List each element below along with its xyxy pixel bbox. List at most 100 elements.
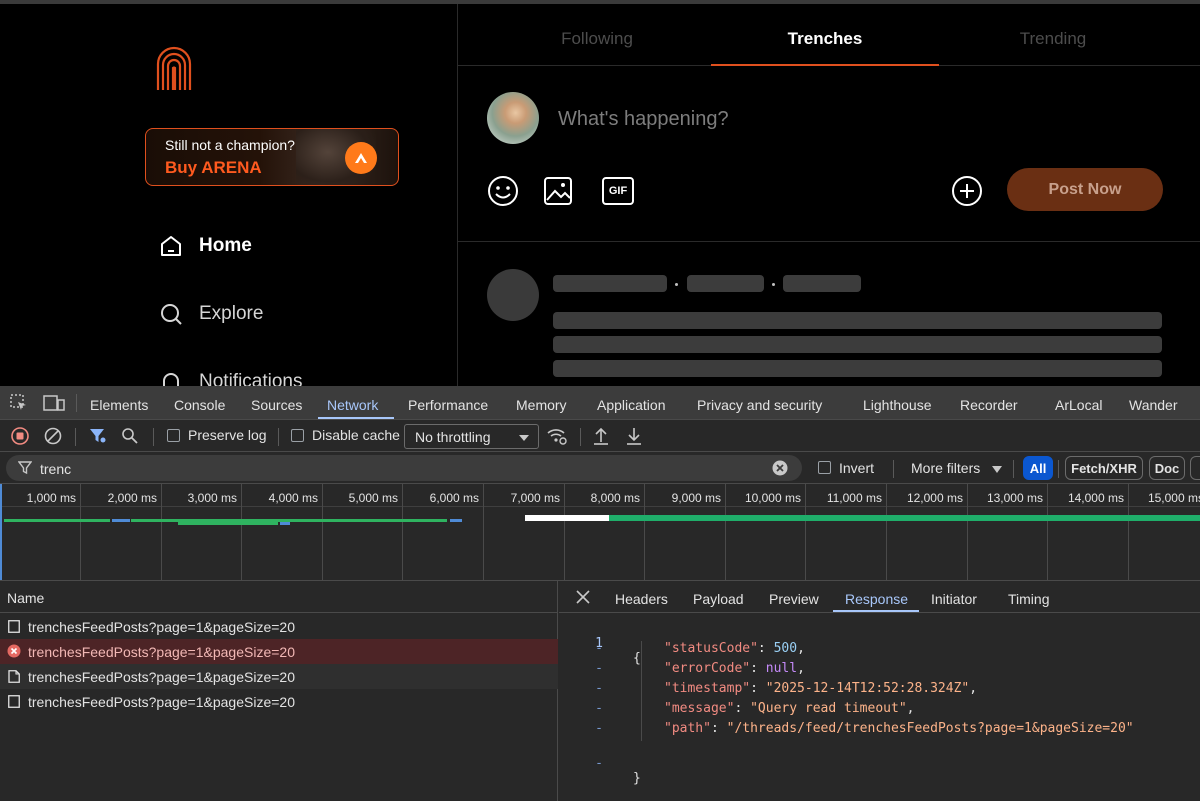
tab-sources[interactable]: Sources xyxy=(251,386,302,420)
active-tab-indicator xyxy=(318,417,394,419)
timeline-request-bar xyxy=(450,519,462,522)
clear-filter-icon[interactable] xyxy=(772,460,788,476)
checkbox-icon xyxy=(8,620,20,633)
tab-elements[interactable]: Elements xyxy=(90,386,148,420)
json-value: null xyxy=(765,661,798,676)
timeline-gridline xyxy=(886,484,887,580)
tab-recorder[interactable]: Recorder xyxy=(960,386,1018,420)
invert-checkbox[interactable] xyxy=(818,461,831,474)
json-comma: , xyxy=(969,681,978,696)
more-filters-dropdown[interactable]: More filters xyxy=(911,460,980,476)
add-icon[interactable] xyxy=(950,174,984,208)
tab-initiator[interactable]: Initiator xyxy=(931,581,977,613)
tab-privacy-security[interactable]: Privacy and security xyxy=(697,386,822,420)
filter-pill-more[interactable] xyxy=(1190,456,1200,480)
inspect-element-icon[interactable] xyxy=(10,394,28,412)
tab-arlocal[interactable]: ArLocal xyxy=(1055,386,1102,420)
close-icon[interactable] xyxy=(576,590,590,604)
fold-marker: - xyxy=(595,756,603,771)
timeline-request-bar xyxy=(178,522,278,525)
fold-marker: - xyxy=(595,721,603,736)
tab-network[interactable]: Network xyxy=(327,386,378,420)
tab-timing[interactable]: Timing xyxy=(1008,581,1050,613)
tab-lighthouse[interactable]: Lighthouse xyxy=(863,386,932,420)
emoji-icon[interactable] xyxy=(486,174,520,208)
tab-payload[interactable]: Payload xyxy=(693,581,744,613)
preserve-log-checkbox[interactable] xyxy=(167,429,180,442)
json-entry: "errorCode": null, xyxy=(664,661,805,676)
stop-recording-icon[interactable] xyxy=(11,427,29,445)
request-name: trenchesFeedPosts?page=1&pageSize=20 xyxy=(28,644,295,660)
timeline-tick-label: 4,000 ms xyxy=(268,491,318,505)
tab-trending[interactable]: Trending xyxy=(939,4,1167,66)
column-header-name[interactable]: Name xyxy=(0,581,558,613)
composer-input[interactable]: What's happening? xyxy=(558,108,729,131)
filter-input[interactable]: trenc xyxy=(6,455,802,481)
timeline-gridline xyxy=(564,484,565,580)
network-timeline-overview[interactable]: 1,000 ms 2,000 ms 3,000 ms 4,000 ms 5,000 ms… xyxy=(0,484,1200,581)
tab-preview[interactable]: Preview xyxy=(769,581,819,613)
tab-headers[interactable]: Headers xyxy=(615,581,668,613)
disable-cache-label: Disable cache xyxy=(312,427,400,443)
timeline-tick-label: 12,000 ms xyxy=(906,491,963,505)
throttling-select[interactable]: No throttling xyxy=(404,424,539,449)
filter-pill-all[interactable]: All xyxy=(1023,456,1053,480)
nav-item-notifications[interactable]: Notifications xyxy=(158,369,303,386)
promo-subtitle: Still not a champion? xyxy=(165,137,295,153)
image-icon[interactable] xyxy=(541,174,575,208)
timeline-tick-label: 6,000 ms xyxy=(429,491,479,505)
json-comma: , xyxy=(906,701,915,716)
timeline-divider xyxy=(0,506,1200,507)
arena-token-icon xyxy=(345,142,377,174)
nav-item-explore[interactable]: Explore xyxy=(158,301,263,327)
tab-response[interactable]: Response xyxy=(845,581,908,613)
skeleton-dot xyxy=(772,283,775,286)
nav-label-explore: Explore xyxy=(199,303,264,324)
main-feed: Following Trenches Trending What's happe… xyxy=(457,4,1200,386)
user-avatar[interactable] xyxy=(487,92,539,144)
search-icon[interactable] xyxy=(121,427,139,445)
filter-pill-doc[interactable]: Doc xyxy=(1149,456,1185,480)
network-conditions-icon[interactable] xyxy=(546,426,568,446)
skeleton-bar xyxy=(553,360,1162,377)
code-line: - "message": "Query read timeout", xyxy=(559,701,1200,721)
timeline-gridline xyxy=(644,484,645,580)
throttling-value: No throttling xyxy=(415,429,491,445)
document-icon xyxy=(8,670,20,683)
gif-icon[interactable]: GIF xyxy=(601,174,635,208)
tab-wander[interactable]: Wander xyxy=(1129,386,1178,420)
tab-following[interactable]: Following xyxy=(483,4,711,66)
arena-logo-icon[interactable] xyxy=(156,46,192,90)
nav-item-home[interactable]: Home xyxy=(158,233,252,259)
timeline-tick-label: 2,000 ms xyxy=(107,491,157,505)
tab-memory[interactable]: Memory xyxy=(516,386,567,420)
request-row[interactable]: trenchesFeedPosts?page=1&pageSize=20 xyxy=(0,664,558,689)
timeline-gridline xyxy=(1128,484,1129,580)
request-details: Headers Payload Preview Response Initiat… xyxy=(559,581,1200,801)
device-toolbar-icon[interactable] xyxy=(43,394,65,412)
timeline-tick-label: 8,000 ms xyxy=(590,491,640,505)
timeline-tick-label: 14,000 ms xyxy=(1067,491,1124,505)
request-row[interactable]: trenchesFeedPosts?page=1&pageSize=20 xyxy=(0,689,558,714)
tab-performance[interactable]: Performance xyxy=(408,386,488,420)
requests-list: Name trenchesFeedPosts?page=1&pageSize=2… xyxy=(0,581,558,801)
post-now-button[interactable]: Post Now xyxy=(1007,168,1163,211)
request-row[interactable]: trenchesFeedPosts?page=1&pageSize=20 xyxy=(0,614,558,639)
export-har-icon[interactable] xyxy=(625,426,643,446)
tab-application[interactable]: Application xyxy=(597,386,666,420)
tab-console[interactable]: Console xyxy=(174,386,225,420)
request-row-error[interactable]: trenchesFeedPosts?page=1&pageSize=20 xyxy=(0,639,558,664)
buy-arena-promo[interactable]: Still not a champion? Buy ARENA xyxy=(145,128,399,186)
disable-cache-checkbox[interactable] xyxy=(291,429,304,442)
loading-post-skeleton xyxy=(458,243,1200,386)
timeline-tick-label: 7,000 ms xyxy=(510,491,560,505)
json-key: "errorCode" xyxy=(664,661,751,676)
import-har-icon[interactable] xyxy=(592,426,610,446)
timeline-tick-label: 3,000 ms xyxy=(187,491,237,505)
left-sidebar: Still not a champion? Buy ARENA Home Exp… xyxy=(0,4,457,386)
tab-trenches[interactable]: Trenches xyxy=(711,4,939,66)
filter-pill-fetch-xhr[interactable]: Fetch/XHR xyxy=(1065,456,1143,480)
filter-icon[interactable] xyxy=(89,427,107,445)
fold-marker: - xyxy=(595,681,603,696)
clear-icon[interactable] xyxy=(44,427,62,445)
